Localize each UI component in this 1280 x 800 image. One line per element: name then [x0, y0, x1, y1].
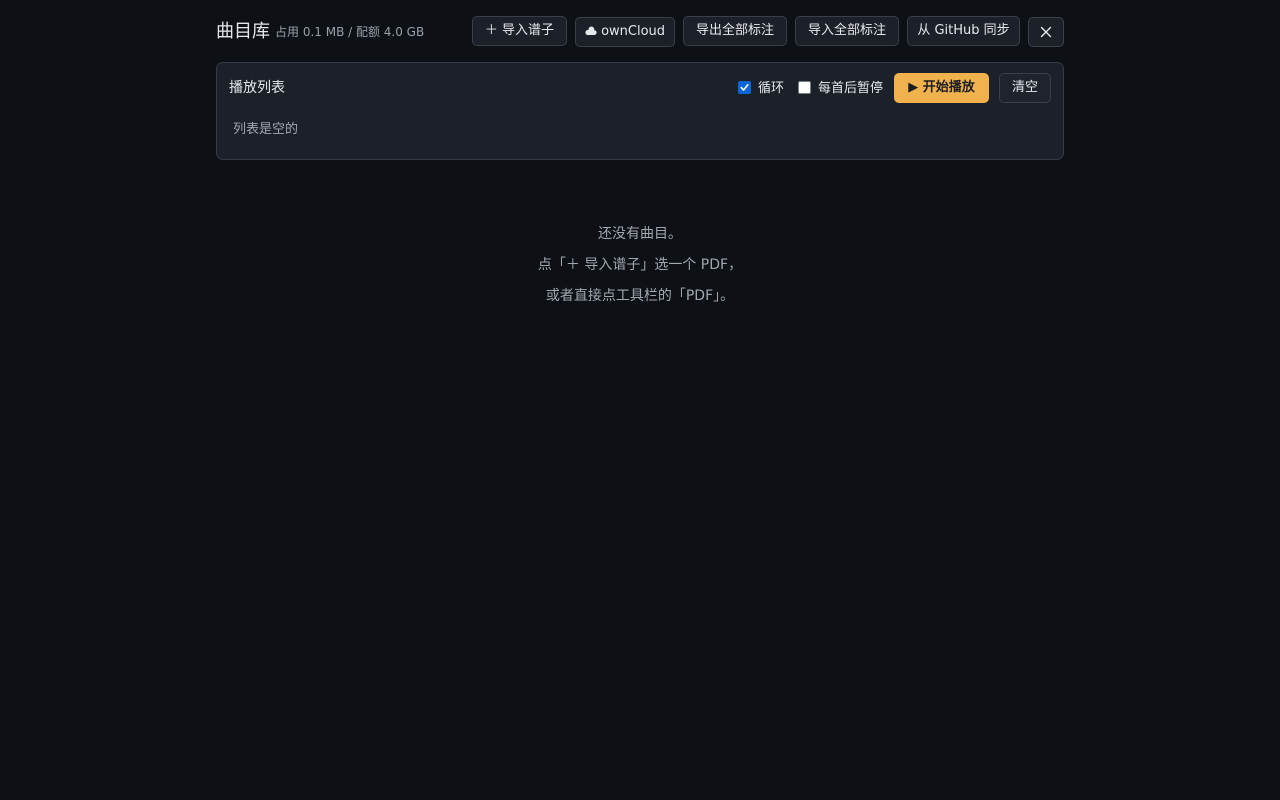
start-playback-button[interactable]: ▶ 开始播放: [894, 73, 989, 103]
loop-toggle[interactable]: 循环: [738, 79, 784, 99]
empty-message-line-3: 或者直接点工具栏的「PDF」。: [545, 288, 735, 304]
pause-after-each-toggle[interactable]: 每首后暂停: [798, 79, 883, 99]
empty-message-line-2: 点「＋ 导入谱子」选一个 PDF，: [537, 257, 743, 273]
import-all-annotations-button[interactable]: 导入全部标注: [795, 16, 899, 46]
header-bar: 曲目库 占用 0.1 MB / 配额 4.0 GB ＋ 导入谱子 ownClou…: [216, 0, 1064, 63]
playlist-panel: 播放列表 循环 每首后暂停 ▶ 开始播放 清空 列表是空的: [216, 62, 1064, 160]
owncloud-button[interactable]: ownCloud: [575, 17, 675, 47]
owncloud-label: ownCloud: [601, 24, 666, 39]
pause-after-each-label: 每首后暂停: [818, 81, 884, 96]
close-icon: [1040, 26, 1052, 38]
loop-label: 循环: [758, 81, 785, 96]
page-title: 曲目库: [216, 21, 270, 42]
library-page: 曲目库 占用 0.1 MB / 配额 4.0 GB ＋ 导入谱子 ownClou…: [216, 0, 1064, 304]
empty-message-line-1: 还没有曲目。: [598, 226, 682, 242]
import-score-button[interactable]: ＋ 导入谱子: [472, 16, 567, 46]
github-sync-button[interactable]: 从 GitHub 同步: [907, 16, 1020, 46]
close-button[interactable]: [1028, 17, 1064, 47]
pause-after-each-checkbox[interactable]: [798, 81, 811, 94]
storage-usage: 占用 0.1 MB / 配额 4.0 GB: [275, 25, 425, 39]
playlist-title: 播放列表: [229, 80, 285, 96]
loop-checkbox[interactable]: [738, 81, 751, 94]
empty-library-message: 还没有曲目。 点「＋ 导入谱子」选一个 PDF， 或者直接点工具栏的「PDF」。: [216, 222, 1064, 315]
playlist-empty-text: 列表是空的: [233, 122, 299, 137]
clear-playlist-button[interactable]: 清空: [999, 73, 1051, 103]
export-all-annotations-button[interactable]: 导出全部标注: [683, 16, 787, 46]
checkmark-icon: [740, 84, 749, 91]
cloud-icon: [585, 24, 597, 39]
